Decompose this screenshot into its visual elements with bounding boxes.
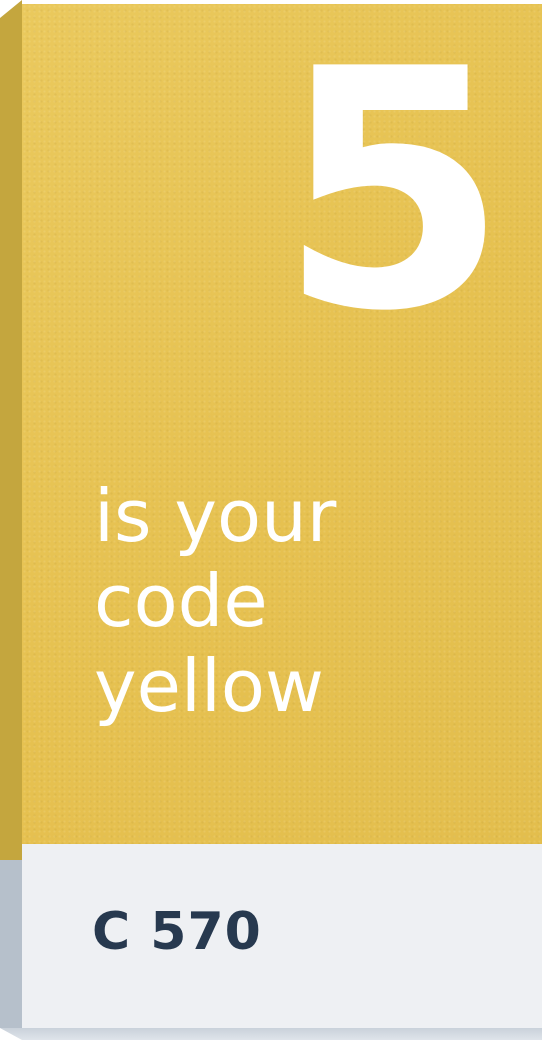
card-left-edge: [0, 0, 22, 860]
swatch-label-strip: C 570: [22, 844, 542, 1028]
tagline-line-2: code: [94, 558, 268, 643]
tagline-line-1: is your: [94, 474, 337, 558]
color-code-label: C 570: [92, 902, 262, 962]
card-bottom-edge: [0, 1028, 542, 1057]
swatch-number: 5: [278, 0, 508, 383]
color-swatch-card: 5 is your code yellow C 570: [0, 0, 542, 1057]
tagline-line-3: yellow: [94, 643, 324, 728]
card-left-edge-label: [0, 860, 22, 1038]
swatch-tagline: is your code yellow: [94, 474, 336, 729]
swatch-color-face: 5 is your code yellow: [22, 4, 542, 844]
